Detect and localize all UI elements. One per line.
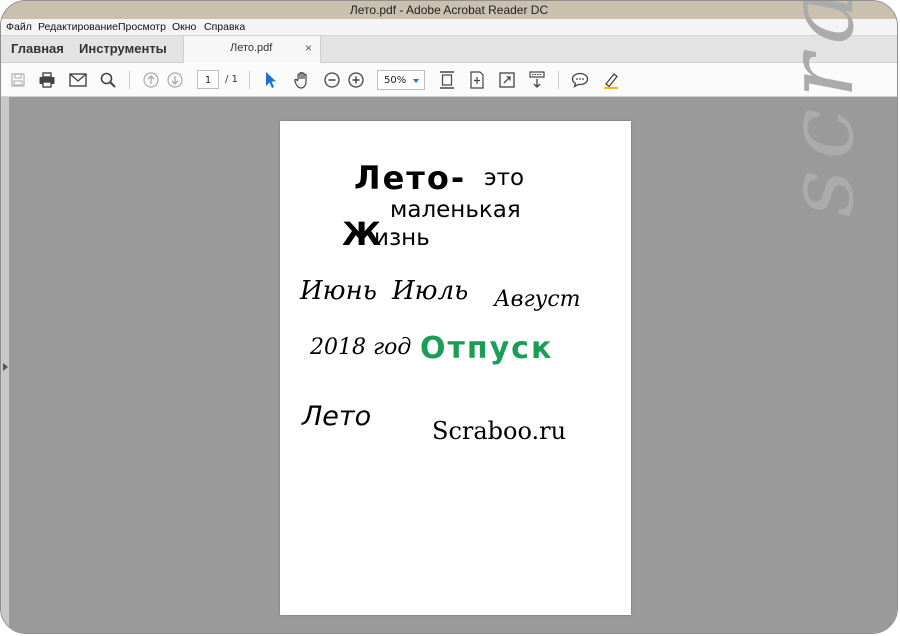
full-screen-icon[interactable] [496, 69, 518, 91]
acrobat-window: Лето.pdf - Adobe Acrobat Reader DC Файл … [0, 0, 898, 634]
text-summer: Лето [302, 401, 372, 432]
search-icon[interactable] [97, 69, 119, 91]
menu-file[interactable]: Файл [6, 21, 32, 33]
tab-home[interactable]: Главная [11, 41, 64, 56]
chevron-down-icon [413, 79, 419, 83]
text-small: маленькая [390, 197, 521, 223]
toolbar-separator [129, 71, 130, 89]
tab-document[interactable]: Лето.pdf × [183, 36, 321, 63]
text-july: Июль [392, 276, 469, 306]
chevron-right-icon [3, 363, 8, 371]
page-total: / 1 [225, 74, 238, 85]
text-june: Июнь [300, 276, 377, 306]
zoom-value: 50% [384, 75, 407, 86]
zoom-in-icon[interactable] [345, 69, 367, 91]
highlight-pen-icon[interactable] [600, 69, 622, 91]
text-summer-heading: Лето- [354, 159, 467, 197]
navigation-pane-toggle[interactable] [1, 97, 9, 633]
menu-window[interactable]: Окно [172, 21, 196, 33]
email-icon[interactable] [67, 69, 89, 91]
toolbar-separator [558, 71, 559, 89]
toolbar: 1 / 1 50% [1, 63, 897, 97]
zoom-out-icon[interactable] [321, 69, 343, 91]
toolbar-separator [249, 71, 250, 89]
scroll-mode-icon[interactable] [526, 69, 548, 91]
save-icon[interactable] [7, 69, 29, 91]
text-august: Август [494, 287, 581, 312]
print-icon[interactable] [36, 69, 58, 91]
tab-document-label: Лето.pdf [230, 42, 273, 54]
menu-bar: Файл Редактирование Просмотр Окно Справк… [1, 19, 897, 35]
text-life: изнь [374, 225, 430, 251]
page-number-input[interactable]: 1 [197, 70, 219, 89]
tab-bar: Главная Инструменты Лето.pdf × [1, 35, 897, 63]
tab-tools[interactable]: Инструменты [79, 41, 167, 56]
zoom-select[interactable]: 50% [377, 70, 425, 90]
comment-icon[interactable] [569, 69, 591, 91]
scraboo-watermark: scraboo [767, 1, 874, 217]
window-title: Лето.pdf - Adobe Acrobat Reader DC [349, 3, 549, 17]
text-year: 2018 год [310, 335, 412, 360]
text-is: это [484, 165, 525, 191]
select-cursor-icon[interactable] [260, 69, 282, 91]
text-vacation: Отпуск [420, 331, 554, 366]
fit-page-icon[interactable] [436, 69, 458, 91]
page-up-icon[interactable] [140, 69, 162, 91]
pdf-page: Лето- это маленькая Ж изнь Июнь Июль Авг… [280, 121, 631, 615]
menu-edit[interactable]: Редактирование [38, 21, 118, 33]
rotate-view-icon[interactable] [466, 69, 488, 91]
menu-help[interactable]: Справка [204, 21, 245, 33]
document-view[interactable]: scraboo Лето- это маленькая Ж изнь Июнь … [1, 1, 897, 633]
menu-view[interactable]: Просмотр [118, 21, 166, 33]
close-tab-icon[interactable]: × [305, 41, 312, 55]
title-bar: Лето.pdf - Adobe Acrobat Reader DC [1, 1, 897, 19]
text-site: Scraboo.ru [432, 417, 567, 445]
hand-tool-icon[interactable] [291, 69, 313, 91]
page-down-icon[interactable] [164, 69, 186, 91]
